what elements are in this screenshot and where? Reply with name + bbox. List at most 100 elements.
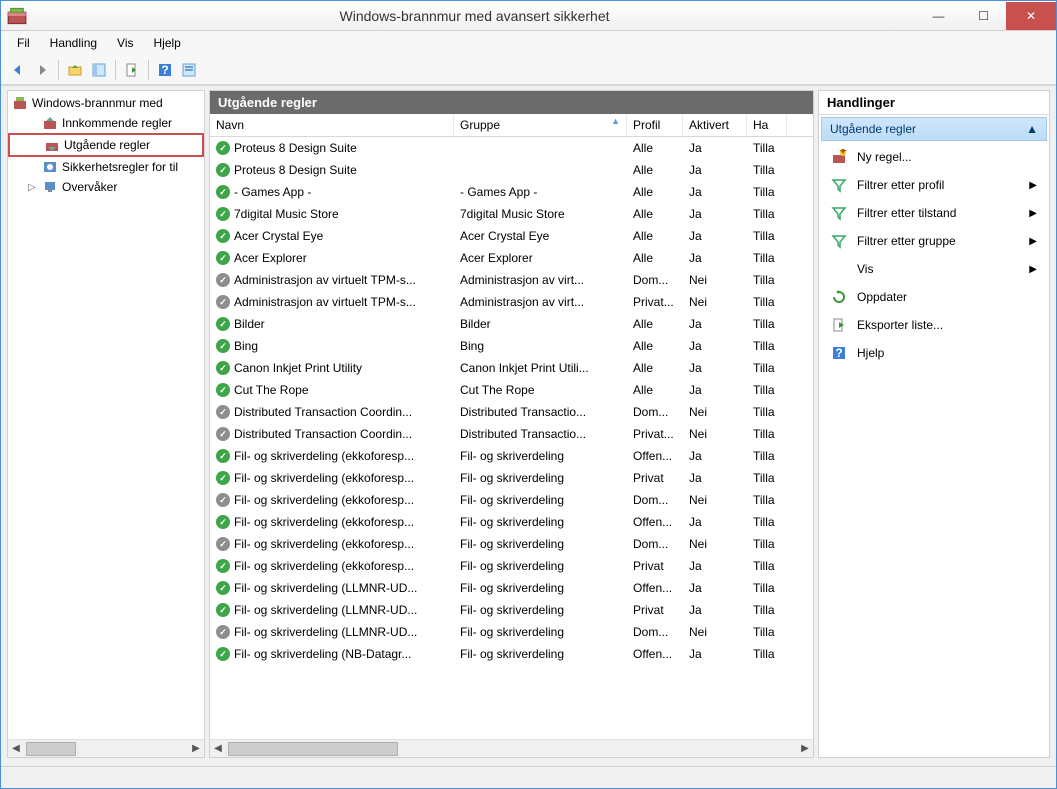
tree-item[interactable]: Innkommende regler [8, 113, 204, 133]
expander-icon[interactable]: ▷ [28, 182, 38, 193]
table-row[interactable]: Fil- og skriverdeling (ekkoforesp... Fil-… [210, 533, 813, 555]
action-item[interactable]: Filtrer etter tilstand▶ [819, 199, 1049, 227]
rule-active: Ja [683, 161, 747, 179]
rule-profile: Offen... [627, 513, 683, 531]
table-row[interactable]: Fil- og skriverdeling (LLMNR-UD...Fil- o… [210, 577, 813, 599]
column-headers: Navn Gruppe▲ Profil Aktivert Ha [210, 114, 813, 137]
scroll-left-button[interactable]: ◀ [8, 741, 24, 757]
action-item[interactable]: ?Hjelp [819, 339, 1049, 367]
main-hscroll[interactable]: ◀ ▶ [210, 739, 813, 757]
table-row[interactable]: 7digital Music Store7digital Music Store… [210, 203, 813, 225]
rule-active: Ja [683, 645, 747, 663]
table-row[interactable]: Canon Inkjet Print UtilityCanon Inkjet P… [210, 357, 813, 379]
table-row[interactable]: Administrasjon av virtuelt TPM-s...Admin… [210, 291, 813, 313]
tree-icon [42, 179, 58, 195]
table-row[interactable]: Acer ExplorerAcer ExplorerAlleJaTilla [210, 247, 813, 269]
tree-label: Innkommende regler [62, 116, 172, 130]
table-row[interactable]: Acer Crystal EyeAcer Crystal EyeAlleJaTi… [210, 225, 813, 247]
table-row[interactable]: Fil- og skriverdeling (ekkoforesp...Fil-… [210, 511, 813, 533]
table-row[interactable]: Distributed Transaction Coordin...Distri… [210, 401, 813, 423]
action-item[interactable]: Eksporter liste... [819, 311, 1049, 339]
rule-profile: Privat [627, 557, 683, 575]
table-row[interactable]: Fil- og skriverdeling (LLMNR-UD...Fil- o… [210, 599, 813, 621]
menu-hjelp[interactable]: Hjelp [146, 34, 189, 52]
table-row[interactable]: BingBingAlleJaTilla [210, 335, 813, 357]
rule-active: Ja [683, 205, 747, 223]
rule-action: Tilla [747, 249, 787, 267]
action-item[interactable]: Filtrer etter gruppe▶ [819, 227, 1049, 255]
maximize-button[interactable]: ☐ [961, 2, 1006, 30]
minimize-button[interactable]: — [916, 2, 961, 30]
menu-handling[interactable]: Handling [42, 34, 105, 52]
scroll-left-button[interactable]: ◀ [210, 741, 226, 757]
rule-group: Fil- og skriverdeling [454, 557, 627, 575]
col-profile[interactable]: Profil [627, 114, 683, 136]
rule-group: Fil- og skriverdeling [454, 645, 627, 663]
properties-button[interactable] [178, 59, 200, 81]
rule-active: Ja [683, 601, 747, 619]
back-button[interactable] [7, 59, 29, 81]
rule-name: Acer Crystal Eye [234, 229, 323, 243]
table-row[interactable]: Proteus 8 Design SuiteAlleJaTilla [210, 159, 813, 181]
table-row[interactable]: BilderBilderAlleJaTilla [210, 313, 813, 335]
forward-button[interactable] [31, 59, 53, 81]
col-action[interactable]: Ha [747, 114, 787, 136]
menu-vis[interactable]: Vis [109, 34, 141, 52]
filter-icon [831, 177, 847, 193]
status-icon [216, 647, 230, 661]
table-row[interactable]: Fil- og skriverdeling (ekkoforesp...Fil-… [210, 489, 813, 511]
scroll-right-button[interactable]: ▶ [188, 741, 204, 757]
col-active[interactable]: Aktivert [683, 114, 747, 136]
table-row[interactable]: Fil- og skriverdeling (ekkoforesp...Fil-… [210, 467, 813, 489]
rule-active: Nei [683, 425, 747, 443]
nav-tree: Windows-brannmur med Innkommende regler U… [8, 91, 204, 739]
table-row[interactable]: Fil- og skriverdeling (LLMNR-UD...Fil- o… [210, 621, 813, 643]
action-item[interactable]: ✦Ny regel... [819, 143, 1049, 171]
rule-name: Administrasjon av virtuelt TPM-s... [234, 295, 416, 309]
table-row[interactable]: Distributed Transaction Coordin...Distri… [210, 423, 813, 445]
col-group[interactable]: Gruppe▲ [454, 114, 627, 136]
action-label: Eksporter liste... [857, 318, 943, 332]
menu-fil[interactable]: Fil [9, 34, 38, 52]
tree-item[interactable]: Utgående regler [8, 133, 204, 157]
action-item[interactable]: Oppdater [819, 283, 1049, 311]
chevron-right-icon: ▶ [1029, 180, 1037, 191]
tree-item[interactable]: ▷Overvåker [8, 177, 204, 197]
export-button[interactable] [121, 59, 143, 81]
rule-active: Ja [683, 183, 747, 201]
rule-action: Tilla [747, 469, 787, 487]
rule-group: Bilder [454, 315, 627, 333]
rule-group: Acer Crystal Eye [454, 227, 627, 245]
rule-group: Fil- og skriverdeling [454, 535, 627, 553]
table-row[interactable]: Fil- og skriverdeling (ekkoforesp...Fil-… [210, 555, 813, 577]
rule-action: Tilla [747, 315, 787, 333]
actions-section[interactable]: Utgående regler ▲ [821, 117, 1047, 141]
table-row[interactable]: Fil- og skriverdeling (ekkoforesp...Fil-… [210, 445, 813, 467]
show-hide-tree-button[interactable] [88, 59, 110, 81]
table-row[interactable]: Cut The RopeCut The RopeAlleJaTilla [210, 379, 813, 401]
table-row[interactable]: - Games App -- Games App -AlleJaTilla [210, 181, 813, 203]
status-icon [216, 185, 230, 199]
tree-label: Windows-brannmur med [32, 96, 163, 110]
rule-profile: Alle [627, 183, 683, 201]
tree-item[interactable]: Sikkerhetsregler for til [8, 157, 204, 177]
table-row[interactable]: Fil- og skriverdeling (NB-Datagr...Fil- … [210, 643, 813, 665]
status-icon [216, 493, 230, 507]
close-button[interactable]: ✕ [1006, 2, 1056, 30]
tree-hscroll[interactable]: ◀ ▶ [8, 739, 204, 757]
col-name[interactable]: Navn [210, 114, 454, 136]
rule-name: Proteus 8 Design Suite [234, 141, 357, 155]
help-button[interactable]: ? [154, 59, 176, 81]
rule-name: Fil- og skriverdeling (ekkoforesp... [234, 537, 414, 551]
action-item[interactable]: Vis▶ [819, 255, 1049, 283]
rule-profile: Dom... [627, 623, 683, 641]
tree-root[interactable]: Windows-brannmur med [8, 93, 204, 113]
action-item[interactable]: Filtrer etter profil▶ [819, 171, 1049, 199]
firewall-icon [12, 95, 28, 111]
table-row[interactable]: Proteus 8 Design SuiteAlleJaTilla [210, 137, 813, 159]
folder-up-button[interactable] [64, 59, 86, 81]
table-row[interactable]: Administrasjon av virtuelt TPM-s...Admin… [210, 269, 813, 291]
status-icon [216, 581, 230, 595]
rule-name: Proteus 8 Design Suite [234, 163, 357, 177]
scroll-right-button[interactable]: ▶ [797, 741, 813, 757]
